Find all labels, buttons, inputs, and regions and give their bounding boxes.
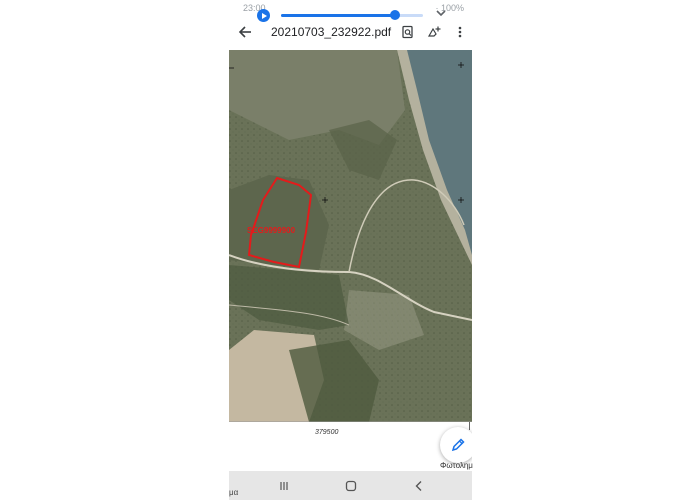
document-title: 20210703_232922.pdf <box>271 25 392 39</box>
system-nav-bar <box>229 471 472 500</box>
phone-screen: 23:00 · 100% 20210703_232922.pdf SEG9999… <box>229 0 472 500</box>
chevron-down-icon[interactable] <box>434 6 448 20</box>
pencil-icon <box>451 438 465 452</box>
overflow-text-left: μα <box>229 488 239 497</box>
media-progress-fill <box>281 14 395 17</box>
search-document-icon[interactable] <box>401 25 415 39</box>
recents-icon[interactable] <box>277 479 291 493</box>
coordinate-tick <box>469 422 470 430</box>
coordinate-label: 379500 <box>315 429 339 436</box>
edit-button[interactable] <box>440 427 472 463</box>
home-icon[interactable] <box>344 479 358 493</box>
map-document[interactable]: SEG9999900 <box>229 50 472 422</box>
media-progress-knob[interactable] <box>389 10 400 20</box>
pdf-toolbar: 20210703_232922.pdf <box>229 20 472 44</box>
more-vert-icon[interactable] <box>453 25 467 39</box>
overflow-text-right: Φωτολημ <box>440 461 473 470</box>
media-progress-track[interactable] <box>281 14 423 17</box>
arrow-back-icon[interactable] <box>237 24 253 40</box>
parcel-label: SEG9999900 <box>247 226 296 235</box>
drive-add-icon[interactable] <box>427 25 441 39</box>
back-nav-icon[interactable] <box>412 479 426 493</box>
